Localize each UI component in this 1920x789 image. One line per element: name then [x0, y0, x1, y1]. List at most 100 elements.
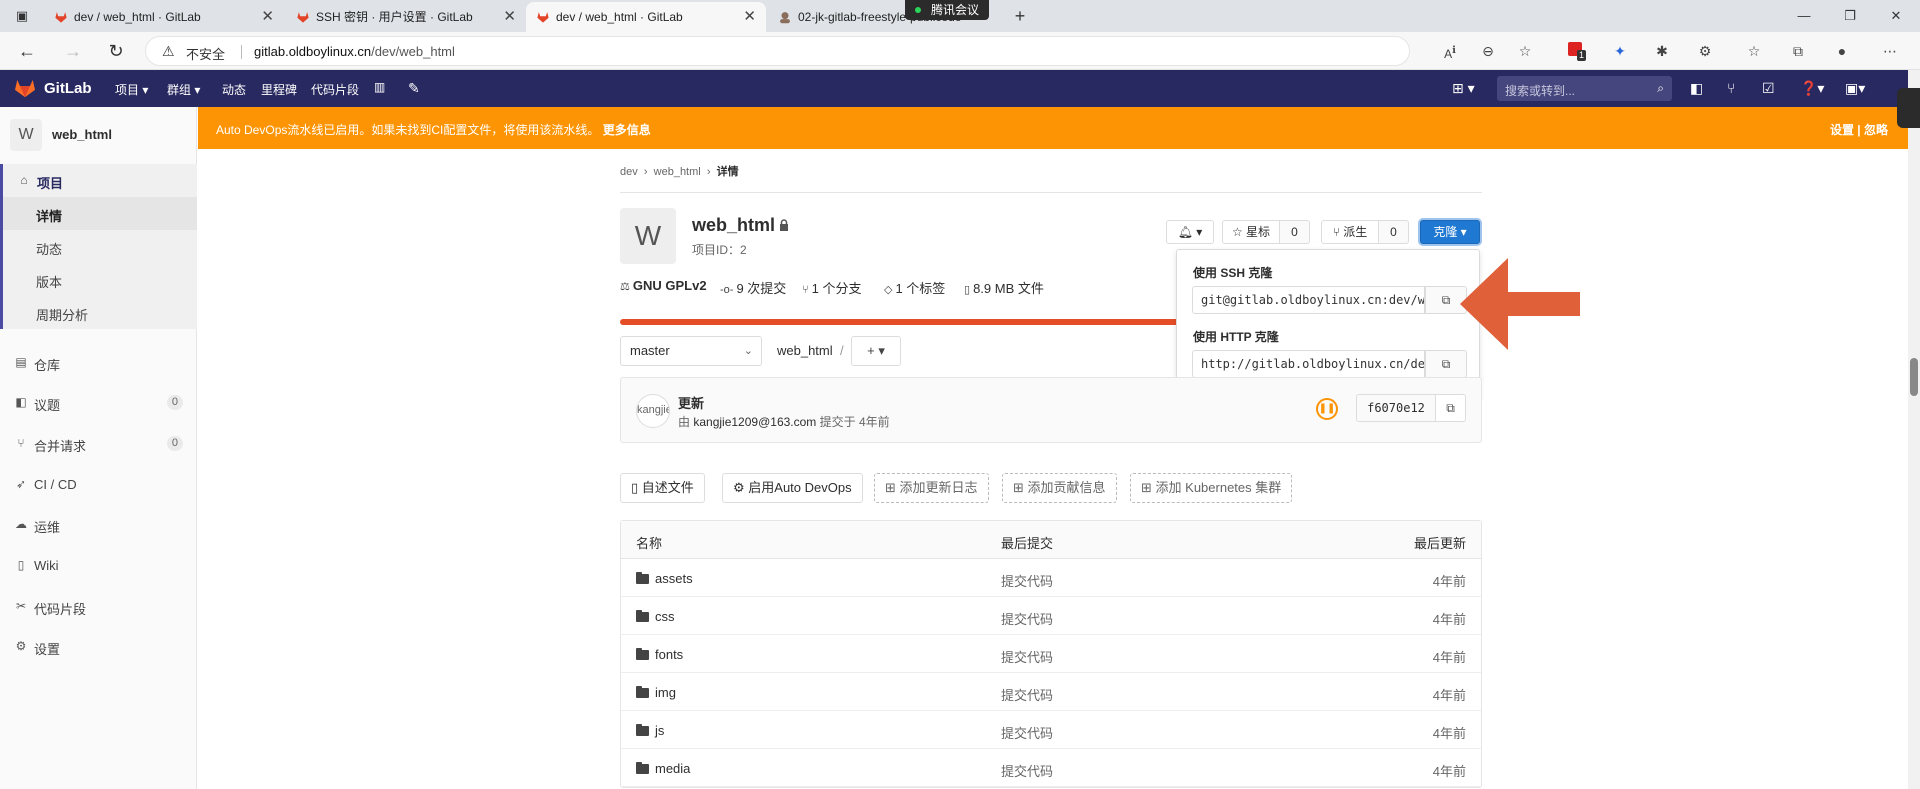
favorites-icon[interactable]: ☆ — [1744, 41, 1764, 61]
table-row[interactable]: img 提交代码 4年前 — [621, 673, 1481, 711]
row-last-commit[interactable]: 提交代码 — [1001, 761, 1053, 780]
commit-sha[interactable]: f6070e12 — [1356, 394, 1436, 422]
table-row[interactable]: assets 提交代码 4年前 — [621, 559, 1481, 597]
refresh-icon[interactable]: ↻ — [105, 40, 127, 62]
browser-tab-3-active[interactable]: dev / web_html · GitLab ✕ — [526, 2, 766, 32]
wrench-icon[interactable]: ✎ — [408, 80, 420, 97]
table-row[interactable]: fonts 提交代码 4年前 — [621, 635, 1481, 673]
sidebar-project-header[interactable]: W web_html — [0, 107, 197, 163]
fork-count[interactable]: 0 — [1379, 220, 1409, 244]
sidebar-sub-releases[interactable]: 版本 — [0, 263, 197, 296]
puzzle-extension-icon[interactable]: ✱ — [1652, 41, 1672, 61]
http-url-field[interactable]: http://gitlab.oldboylinux.cn/dev/web_htm… — [1192, 350, 1425, 378]
favorite-add-icon[interactable]: ☆ — [1515, 41, 1535, 61]
branches-stat[interactable]: ⑂ 1 个分支 — [802, 278, 861, 297]
notification-button[interactable]: 🔔︎ ▾ — [1166, 220, 1214, 244]
files-stat[interactable]: ▯ 8.9 MB 文件 — [964, 278, 1044, 297]
commit-author[interactable]: kangjie1209@163.com — [693, 415, 816, 429]
table-row[interactable]: media 提交代码 4年前 — [621, 749, 1481, 787]
folder-name[interactable]: css — [655, 609, 675, 624]
branch-selector[interactable]: master ⌄ — [620, 336, 762, 366]
merge-requests-header-icon[interactable]: ⑂ — [1727, 80, 1735, 96]
sidebar-item-settings[interactable]: ⚙ 设置 — [0, 630, 197, 663]
side-panel-tab[interactable] — [1897, 88, 1920, 128]
scrollbar-thumb[interactable] — [1910, 358, 1918, 396]
tab-close-icon[interactable]: ✕ — [261, 2, 274, 32]
user-avatar-icon[interactable]: ▣▾ — [1845, 80, 1865, 97]
nav-milestones[interactable]: 里程碑 — [261, 81, 297, 98]
fork-button[interactable]: ⑂ 派生 — [1321, 220, 1379, 244]
help-icon[interactable]: ❓▾ — [1800, 80, 1824, 97]
tags-stat[interactable]: ◇ 1 个标签 — [884, 278, 945, 297]
ssh-url-field[interactable]: git@gitlab.oldboylinux.cn:dev/web_html.g… — [1192, 286, 1425, 314]
add-kubernetes-button[interactable]: ⊞ 添加 Kubernetes 集群 — [1130, 473, 1293, 503]
sidebar-item-wiki[interactable]: ▯ Wiki — [0, 549, 197, 582]
todos-icon[interactable]: ☑ — [1762, 80, 1775, 97]
copy-http-button[interactable]: ⧉ — [1425, 350, 1467, 378]
nav-projects[interactable]: 项目 ▾ — [115, 81, 148, 98]
nav-groups[interactable]: 群组 ▾ — [167, 81, 200, 98]
add-file-button[interactable]: + ▾ — [851, 336, 901, 366]
star-button[interactable]: ☆ 星标 — [1222, 220, 1280, 244]
minimize-icon[interactable]: — — [1796, 8, 1812, 24]
banner-dismiss-link[interactable]: 忽略 — [1864, 123, 1888, 137]
extension-icon[interactable]: 1 — [1565, 41, 1587, 61]
breadcrumb-project[interactable]: web_html — [654, 166, 701, 178]
nav-snippets[interactable]: 代码片段 — [311, 81, 359, 98]
pipeline-paused-icon[interactable]: ❚❚ — [1316, 398, 1338, 420]
row-last-commit[interactable]: 提交代码 — [1001, 647, 1053, 666]
back-icon[interactable]: ← — [16, 40, 38, 62]
sidebar-item-project[interactable]: ⌂ 项目 — [0, 164, 197, 197]
row-last-commit[interactable]: 提交代码 — [1001, 723, 1053, 742]
row-last-commit[interactable]: 提交代码 — [1001, 609, 1053, 628]
license-stat[interactable]: ⚖ GNU GPLv2 — [620, 278, 707, 293]
breadcrumb-group[interactable]: dev — [620, 166, 638, 178]
sidebar-item-issues[interactable]: ◧ 议题 0 — [0, 386, 197, 419]
row-last-commit[interactable]: 提交代码 — [1001, 685, 1053, 704]
folder-name[interactable]: js — [655, 723, 664, 738]
sidebar-item-operations[interactable]: ☁ 运维 — [0, 508, 197, 541]
gitlab-brand[interactable]: GitLab — [44, 80, 92, 97]
folder-name[interactable]: media — [655, 761, 690, 776]
chart-icon[interactable]: ▥ — [374, 80, 385, 94]
gitlab-logo-icon[interactable] — [14, 78, 36, 98]
folder-name[interactable]: img — [655, 685, 676, 700]
clone-button[interactable]: 克隆 ▾ — [1420, 220, 1480, 244]
more-info-link[interactable]: 更多信息 — [603, 123, 651, 137]
browser-tab-2[interactable]: SSH 密钥 · 用户设置 · GitLab ✕ — [286, 2, 526, 32]
read-aloud-icon[interactable]: Aℹ — [1440, 41, 1460, 61]
nav-activity[interactable]: 动态 — [222, 81, 246, 98]
profile-icon[interactable]: ● — [1832, 41, 1852, 61]
add-contributing-button[interactable]: ⊞ 添加贡献信息 — [1002, 473, 1117, 503]
author-avatar[interactable]: kangjie — [636, 394, 670, 428]
translate-icon[interactable]: ✦ — [1610, 41, 1630, 61]
url-field[interactable]: ⚠ 不安全 gitlab.oldboylinux.cn/dev/web_html — [145, 36, 1410, 66]
sidebar-item-repository[interactable]: ▤ 仓库 — [0, 346, 197, 379]
tab-actions-icon[interactable]: ▣ — [14, 8, 30, 24]
collections-icon[interactable]: ⧉ — [1788, 41, 1808, 61]
search-input[interactable]: 搜索或转到... ⌕ — [1497, 76, 1672, 101]
sidebar-sub-cycle-analytics[interactable]: 周期分析 — [0, 296, 197, 329]
repo-path[interactable]: web_html — [777, 343, 833, 358]
page-scrollbar[interactable] — [1908, 70, 1920, 789]
tab-close-icon[interactable]: ✕ — [743, 2, 756, 32]
issues-header-icon[interactable]: ◧ — [1690, 80, 1703, 97]
zoom-icon[interactable]: ⊖ — [1478, 41, 1498, 61]
table-row[interactable]: css 提交代码 4年前 — [621, 597, 1481, 635]
copy-sha-button[interactable]: ⧉ — [1436, 394, 1466, 422]
sidebar-sub-details[interactable]: 详情 — [0, 197, 197, 230]
sidebar-item-snippets[interactable]: ✂ 代码片段 — [0, 590, 197, 623]
tab-close-icon[interactable]: ✕ — [503, 2, 516, 32]
row-last-commit[interactable]: 提交代码 — [1001, 571, 1053, 590]
folder-name[interactable]: assets — [655, 571, 693, 586]
commit-title[interactable]: 更新 — [678, 393, 704, 412]
add-changelog-button[interactable]: ⊞ 添加更新日志 — [874, 473, 989, 503]
close-window-icon[interactable]: ✕ — [1888, 8, 1904, 24]
more-menu-icon[interactable]: ⋯ — [1880, 41, 1900, 61]
folder-name[interactable]: fonts — [655, 647, 683, 662]
table-row[interactable]: js 提交代码 4年前 — [621, 711, 1481, 749]
forward-icon[interactable]: → — [62, 40, 84, 62]
commits-stat[interactable]: -o- 9 次提交 — [720, 278, 786, 297]
enable-auto-devops-button[interactable]: ⚙ 启用Auto DevOps — [722, 473, 863, 503]
sidebar-item-merge-requests[interactable]: ⑂ 合并请求 0 — [0, 427, 197, 460]
